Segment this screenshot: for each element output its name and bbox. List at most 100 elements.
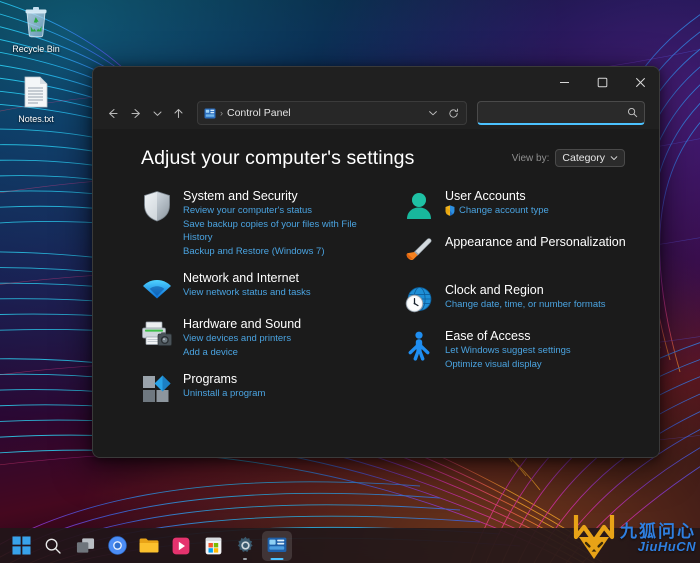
category-title[interactable]: Ease of Access (445, 328, 635, 344)
breadcrumb-separator: › (220, 108, 223, 118)
category-text: Network and Internet View network status… (183, 270, 379, 304)
accessibility-icon (403, 330, 435, 362)
category-link[interactable]: Add a device (183, 346, 379, 360)
category-appearance-and-personalization: Appearance and Personalization (403, 234, 635, 268)
chevron-down-icon (610, 154, 618, 162)
wifi-icon (141, 272, 173, 304)
page-title: Adjust your computer's settings (141, 147, 415, 169)
paintbrush-icon (403, 236, 435, 268)
forward-button[interactable] (125, 102, 147, 124)
category-link[interactable]: Save backup copies of your files with Fi… (183, 218, 379, 245)
window-titlebar[interactable] (93, 67, 659, 97)
search-icon (44, 537, 62, 555)
shield-icon (141, 190, 173, 222)
programs-icon (141, 373, 173, 405)
search-box[interactable] (477, 101, 645, 125)
windows-logo-icon (11, 536, 31, 555)
gear-icon (236, 536, 255, 555)
category-title[interactable]: Clock and Region (445, 282, 635, 298)
category-link[interactable]: View network status and tasks (183, 286, 379, 300)
category-link[interactable]: Change date, time, or number formats (445, 298, 635, 312)
clock-globe-icon (403, 284, 435, 316)
category-text: Hardware and Sound View devices and prin… (183, 316, 379, 359)
category-title[interactable]: Programs (183, 371, 379, 387)
explorer-toolbar: › Control Panel (93, 97, 659, 129)
control-panel-icon (267, 537, 287, 554)
desktop-icon-label: Recycle Bin (12, 44, 60, 54)
category-title[interactable]: Hardware and Sound (183, 316, 379, 332)
category-link-text: Change account type (459, 205, 549, 216)
category-text: Programs Uninstall a program (183, 371, 379, 405)
recent-locations-chevron-down-icon[interactable] (149, 102, 165, 124)
breadcrumb[interactable]: › Control Panel (204, 107, 420, 119)
back-button[interactable] (101, 102, 123, 124)
address-bar[interactable]: › Control Panel (197, 101, 467, 125)
heading-row: Adjust your computer's settings View by:… (141, 147, 635, 170)
category-grid: System and Security Review your computer… (141, 188, 635, 417)
search-icon[interactable] (627, 107, 638, 118)
address-chevron-down-icon[interactable] (424, 104, 441, 123)
category-network-and-internet: Network and Internet View network status… (141, 270, 379, 304)
category-link[interactable]: Uninstall a program (183, 387, 379, 401)
folder-icon (139, 537, 159, 554)
desktop-icon-label: Notes.txt (18, 114, 54, 124)
view-by-control: View by: Category (512, 149, 625, 170)
category-text: User Accounts Change account type (445, 188, 635, 222)
media-player-icon (172, 537, 190, 555)
maximize-button[interactable] (583, 67, 621, 97)
view-by-label: View by: (511, 152, 550, 164)
category-hardware-and-sound: Hardware and Sound View devices and prin… (141, 316, 379, 359)
search-input[interactable] (484, 106, 627, 119)
text-file-icon (4, 76, 68, 111)
taskbar-task-view-button[interactable] (70, 531, 100, 561)
control-panel-icon (204, 108, 216, 119)
up-button[interactable] (167, 102, 189, 124)
task-view-icon (76, 537, 95, 555)
category-clock-and-region: Clock and Region Change date, time, or n… (403, 282, 635, 316)
category-programs: Programs Uninstall a program (141, 371, 379, 405)
taskbar-media-player-button[interactable] (166, 531, 196, 561)
view-by-dropdown[interactable]: Category (555, 149, 625, 167)
category-text: Clock and Region Change date, time, or n… (445, 282, 635, 316)
category-ease-of-access: Ease of Access Let Windows suggest setti… (403, 328, 635, 371)
desktop-icon-notes-file[interactable]: Notes.txt (4, 76, 68, 125)
category-column-left: System and Security Review your computer… (141, 188, 379, 417)
view-by-value: Category (562, 152, 605, 164)
user-icon (403, 190, 435, 222)
category-user-accounts: User Accounts Change account type (403, 188, 635, 222)
category-title[interactable]: User Accounts (445, 188, 635, 204)
taskbar-start-button[interactable] (6, 531, 36, 561)
recycle-bin-icon (4, 6, 68, 41)
control-panel-window: › Control Panel Adjust your computer's s… (92, 66, 660, 458)
taskbar-settings-button[interactable] (230, 531, 260, 561)
uac-shield-icon (445, 205, 455, 216)
taskbar (0, 528, 700, 563)
taskbar-microsoft-store-button[interactable] (198, 531, 228, 561)
category-link[interactable]: Backup and Restore (Windows 7) (183, 245, 379, 259)
category-link[interactable]: Optimize visual display (445, 358, 635, 372)
microsoft-store-icon (205, 537, 222, 555)
taskbar-search-button[interactable] (38, 531, 68, 561)
category-title[interactable]: Appearance and Personalization (445, 234, 635, 250)
category-column-right: User Accounts Change account type Appear… (403, 188, 635, 417)
chrome-icon (107, 536, 127, 555)
category-text: Ease of Access Let Windows suggest setti… (445, 328, 635, 371)
category-text: System and Security Review your computer… (183, 188, 379, 258)
close-button[interactable] (621, 67, 659, 97)
taskbar-file-explorer-button[interactable] (134, 531, 164, 561)
category-title[interactable]: System and Security (183, 188, 379, 204)
category-link[interactable]: Review your computer's status (183, 204, 379, 218)
control-panel-content: Adjust your computer's settings View by:… (93, 129, 659, 457)
category-title[interactable]: Network and Internet (183, 270, 379, 286)
desktop-icon-recycle-bin[interactable]: Recycle Bin (4, 6, 68, 55)
minimize-button[interactable] (545, 67, 583, 97)
category-link[interactable]: View devices and printers (183, 332, 379, 346)
taskbar-chrome-button[interactable] (102, 531, 132, 561)
refresh-icon[interactable] (445, 104, 462, 123)
breadcrumb-item-control-panel[interactable]: Control Panel (227, 107, 291, 119)
taskbar-control-panel-button[interactable] (262, 530, 292, 561)
category-link[interactable]: Let Windows suggest settings (445, 344, 635, 358)
category-system-and-security: System and Security Review your computer… (141, 188, 379, 258)
category-link[interactable]: Change account type (445, 204, 635, 218)
printer-icon (141, 318, 173, 350)
